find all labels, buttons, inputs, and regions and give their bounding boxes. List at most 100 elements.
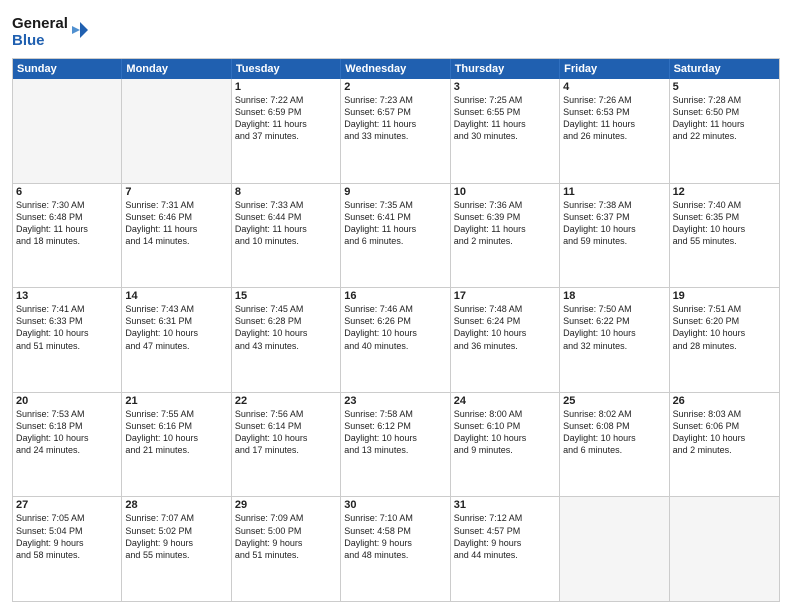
- cell-detail: Sunrise: 7:28 AM Sunset: 6:50 PM Dayligh…: [673, 94, 776, 143]
- calendar-cell: 29Sunrise: 7:09 AM Sunset: 5:00 PM Dayli…: [232, 497, 341, 601]
- day-number: 28: [125, 499, 227, 511]
- weekday-header: Saturday: [670, 59, 779, 79]
- day-number: 12: [673, 186, 776, 198]
- cell-detail: Sunrise: 7:09 AM Sunset: 5:00 PM Dayligh…: [235, 512, 337, 561]
- calendar-row: 20Sunrise: 7:53 AM Sunset: 6:18 PM Dayli…: [13, 392, 779, 497]
- logo-svg: General Blue: [12, 10, 92, 52]
- calendar-cell: 16Sunrise: 7:46 AM Sunset: 6:26 PM Dayli…: [341, 288, 450, 392]
- cell-detail: Sunrise: 7:41 AM Sunset: 6:33 PM Dayligh…: [16, 303, 118, 352]
- cell-detail: Sunrise: 7:43 AM Sunset: 6:31 PM Dayligh…: [125, 303, 227, 352]
- cell-detail: Sunrise: 7:45 AM Sunset: 6:28 PM Dayligh…: [235, 303, 337, 352]
- weekday-header: Thursday: [451, 59, 560, 79]
- cell-detail: Sunrise: 7:50 AM Sunset: 6:22 PM Dayligh…: [563, 303, 665, 352]
- calendar-cell: 30Sunrise: 7:10 AM Sunset: 4:58 PM Dayli…: [341, 497, 450, 601]
- calendar-cell: 26Sunrise: 8:03 AM Sunset: 6:06 PM Dayli…: [670, 393, 779, 497]
- weekday-header: Monday: [122, 59, 231, 79]
- calendar-cell: [13, 79, 122, 183]
- calendar-cell: [670, 497, 779, 601]
- day-number: 23: [344, 395, 446, 407]
- calendar-cell: 21Sunrise: 7:55 AM Sunset: 6:16 PM Dayli…: [122, 393, 231, 497]
- cell-detail: Sunrise: 7:48 AM Sunset: 6:24 PM Dayligh…: [454, 303, 556, 352]
- calendar-row: 13Sunrise: 7:41 AM Sunset: 6:33 PM Dayli…: [13, 287, 779, 392]
- cell-detail: Sunrise: 7:12 AM Sunset: 4:57 PM Dayligh…: [454, 512, 556, 561]
- day-number: 11: [563, 186, 665, 198]
- day-number: 2: [344, 81, 446, 93]
- calendar-cell: 22Sunrise: 7:56 AM Sunset: 6:14 PM Dayli…: [232, 393, 341, 497]
- day-number: 17: [454, 290, 556, 302]
- calendar-cell: 1Sunrise: 7:22 AM Sunset: 6:59 PM Daylig…: [232, 79, 341, 183]
- day-number: 16: [344, 290, 446, 302]
- day-number: 29: [235, 499, 337, 511]
- calendar-cell: 2Sunrise: 7:23 AM Sunset: 6:57 PM Daylig…: [341, 79, 450, 183]
- calendar-row: 6Sunrise: 7:30 AM Sunset: 6:48 PM Daylig…: [13, 183, 779, 288]
- calendar-cell: 9Sunrise: 7:35 AM Sunset: 6:41 PM Daylig…: [341, 184, 450, 288]
- calendar-header: SundayMondayTuesdayWednesdayThursdayFrid…: [13, 59, 779, 79]
- calendar-cell: 4Sunrise: 7:26 AM Sunset: 6:53 PM Daylig…: [560, 79, 669, 183]
- day-number: 26: [673, 395, 776, 407]
- calendar-cell: 11Sunrise: 7:38 AM Sunset: 6:37 PM Dayli…: [560, 184, 669, 288]
- weekday-header: Tuesday: [232, 59, 341, 79]
- day-number: 20: [16, 395, 118, 407]
- day-number: 8: [235, 186, 337, 198]
- day-number: 13: [16, 290, 118, 302]
- cell-detail: Sunrise: 8:02 AM Sunset: 6:08 PM Dayligh…: [563, 408, 665, 457]
- cell-detail: Sunrise: 8:03 AM Sunset: 6:06 PM Dayligh…: [673, 408, 776, 457]
- day-number: 24: [454, 395, 556, 407]
- calendar: SundayMondayTuesdayWednesdayThursdayFrid…: [12, 58, 780, 602]
- cell-detail: Sunrise: 7:22 AM Sunset: 6:59 PM Dayligh…: [235, 94, 337, 143]
- cell-detail: Sunrise: 7:58 AM Sunset: 6:12 PM Dayligh…: [344, 408, 446, 457]
- calendar-cell: 8Sunrise: 7:33 AM Sunset: 6:44 PM Daylig…: [232, 184, 341, 288]
- day-number: 21: [125, 395, 227, 407]
- weekday-header: Friday: [560, 59, 669, 79]
- day-number: 14: [125, 290, 227, 302]
- cell-detail: Sunrise: 8:00 AM Sunset: 6:10 PM Dayligh…: [454, 408, 556, 457]
- calendar-cell: 12Sunrise: 7:40 AM Sunset: 6:35 PM Dayli…: [670, 184, 779, 288]
- calendar-cell: 19Sunrise: 7:51 AM Sunset: 6:20 PM Dayli…: [670, 288, 779, 392]
- calendar-cell: 27Sunrise: 7:05 AM Sunset: 5:04 PM Dayli…: [13, 497, 122, 601]
- calendar-cell: 5Sunrise: 7:28 AM Sunset: 6:50 PM Daylig…: [670, 79, 779, 183]
- calendar-cell: 15Sunrise: 7:45 AM Sunset: 6:28 PM Dayli…: [232, 288, 341, 392]
- cell-detail: Sunrise: 7:26 AM Sunset: 6:53 PM Dayligh…: [563, 94, 665, 143]
- day-number: 1: [235, 81, 337, 93]
- day-number: 22: [235, 395, 337, 407]
- cell-detail: Sunrise: 7:36 AM Sunset: 6:39 PM Dayligh…: [454, 199, 556, 248]
- cell-detail: Sunrise: 7:38 AM Sunset: 6:37 PM Dayligh…: [563, 199, 665, 248]
- cell-detail: Sunrise: 7:46 AM Sunset: 6:26 PM Dayligh…: [344, 303, 446, 352]
- day-number: 25: [563, 395, 665, 407]
- day-number: 27: [16, 499, 118, 511]
- cell-detail: Sunrise: 7:31 AM Sunset: 6:46 PM Dayligh…: [125, 199, 227, 248]
- calendar-cell: 18Sunrise: 7:50 AM Sunset: 6:22 PM Dayli…: [560, 288, 669, 392]
- calendar-cell: [122, 79, 231, 183]
- calendar-cell: 28Sunrise: 7:07 AM Sunset: 5:02 PM Dayli…: [122, 497, 231, 601]
- cell-detail: Sunrise: 7:30 AM Sunset: 6:48 PM Dayligh…: [16, 199, 118, 248]
- calendar-cell: 13Sunrise: 7:41 AM Sunset: 6:33 PM Dayli…: [13, 288, 122, 392]
- cell-detail: Sunrise: 7:55 AM Sunset: 6:16 PM Dayligh…: [125, 408, 227, 457]
- calendar-cell: 7Sunrise: 7:31 AM Sunset: 6:46 PM Daylig…: [122, 184, 231, 288]
- calendar-cell: 25Sunrise: 8:02 AM Sunset: 6:08 PM Dayli…: [560, 393, 669, 497]
- calendar-cell: 20Sunrise: 7:53 AM Sunset: 6:18 PM Dayli…: [13, 393, 122, 497]
- cell-detail: Sunrise: 7:23 AM Sunset: 6:57 PM Dayligh…: [344, 94, 446, 143]
- day-number: 31: [454, 499, 556, 511]
- day-number: 19: [673, 290, 776, 302]
- calendar-cell: 31Sunrise: 7:12 AM Sunset: 4:57 PM Dayli…: [451, 497, 560, 601]
- calendar-cell: 10Sunrise: 7:36 AM Sunset: 6:39 PM Dayli…: [451, 184, 560, 288]
- calendar-page: General Blue SundayMondayTuesdayWednesda…: [0, 0, 792, 612]
- cell-detail: Sunrise: 7:10 AM Sunset: 4:58 PM Dayligh…: [344, 512, 446, 561]
- cell-detail: Sunrise: 7:35 AM Sunset: 6:41 PM Dayligh…: [344, 199, 446, 248]
- cell-detail: Sunrise: 7:05 AM Sunset: 5:04 PM Dayligh…: [16, 512, 118, 561]
- cell-detail: Sunrise: 7:25 AM Sunset: 6:55 PM Dayligh…: [454, 94, 556, 143]
- svg-text:General: General: [12, 15, 68, 32]
- day-number: 5: [673, 81, 776, 93]
- cell-detail: Sunrise: 7:56 AM Sunset: 6:14 PM Dayligh…: [235, 408, 337, 457]
- svg-text:Blue: Blue: [12, 32, 45, 49]
- weekday-header: Sunday: [13, 59, 122, 79]
- day-number: 18: [563, 290, 665, 302]
- cell-detail: Sunrise: 7:53 AM Sunset: 6:18 PM Dayligh…: [16, 408, 118, 457]
- calendar-row: 27Sunrise: 7:05 AM Sunset: 5:04 PM Dayli…: [13, 496, 779, 601]
- calendar-cell: 23Sunrise: 7:58 AM Sunset: 6:12 PM Dayli…: [341, 393, 450, 497]
- calendar-cell: [560, 497, 669, 601]
- calendar-cell: 6Sunrise: 7:30 AM Sunset: 6:48 PM Daylig…: [13, 184, 122, 288]
- day-number: 3: [454, 81, 556, 93]
- calendar-cell: 17Sunrise: 7:48 AM Sunset: 6:24 PM Dayli…: [451, 288, 560, 392]
- calendar-cell: 3Sunrise: 7:25 AM Sunset: 6:55 PM Daylig…: [451, 79, 560, 183]
